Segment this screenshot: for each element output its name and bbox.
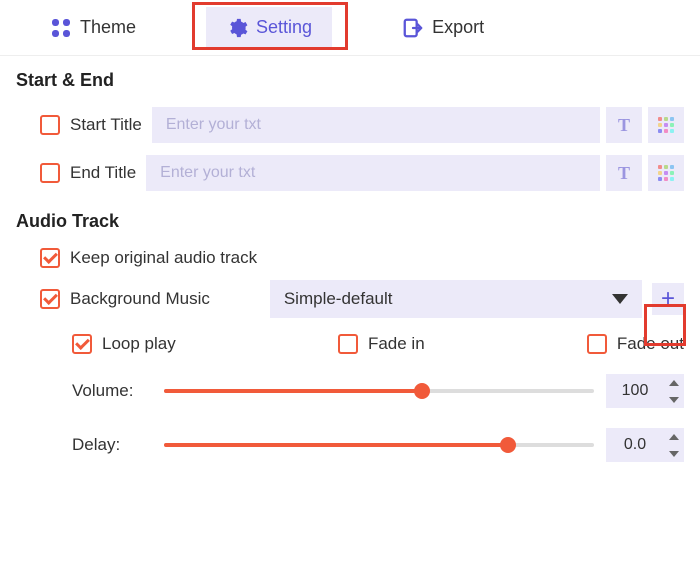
tab-setting[interactable]: Setting [206, 7, 332, 49]
fade-out-item: Fade out [587, 334, 684, 354]
export-icon [402, 17, 424, 39]
start-title-input[interactable] [152, 107, 600, 143]
tab-export[interactable]: Export [382, 7, 504, 49]
bg-music-select[interactable]: Simple-default [270, 280, 642, 318]
fade-out-label: Fade out [617, 334, 684, 354]
volume-slider[interactable] [164, 389, 594, 393]
add-music-button[interactable]: + [652, 283, 684, 315]
text-style-icon: T [618, 163, 630, 184]
start-title-color-button[interactable] [648, 107, 684, 143]
volume-row: Volume: 100 [0, 364, 700, 418]
tab-bar: Theme Setting Export [0, 0, 700, 56]
fade-in-checkbox[interactable] [338, 334, 358, 354]
end-title-label: End Title [70, 163, 136, 183]
loop-play-checkbox[interactable] [72, 334, 92, 354]
playback-options-row: Loop play Fade in Fade out [0, 324, 700, 364]
volume-spin-buttons [664, 374, 684, 408]
delay-value: 0.0 [606, 428, 664, 462]
tab-theme-label: Theme [80, 17, 136, 38]
tab-export-label: Export [432, 17, 484, 38]
end-title-text-style-button[interactable]: T [606, 155, 642, 191]
delay-spin-buttons [664, 428, 684, 462]
loop-play-label: Loop play [102, 334, 176, 354]
theme-icon [50, 17, 72, 39]
volume-slider-fill [164, 389, 422, 393]
fade-out-checkbox[interactable] [587, 334, 607, 354]
start-title-text-style-button[interactable]: T [606, 107, 642, 143]
volume-value: 100 [606, 374, 664, 408]
tab-setting-label: Setting [256, 17, 312, 38]
fade-in-item: Fade in [338, 334, 425, 354]
volume-label: Volume: [72, 381, 152, 401]
arrow-down-icon [669, 451, 679, 457]
start-title-checkbox[interactable] [40, 115, 60, 135]
end-title-color-button[interactable] [648, 155, 684, 191]
bg-music-row: Background Music Simple-default + [0, 274, 700, 324]
tab-theme[interactable]: Theme [30, 7, 156, 49]
delay-up-button[interactable] [664, 428, 684, 445]
fade-in-label: Fade in [368, 334, 425, 354]
gear-icon [226, 17, 248, 39]
color-grid-icon [658, 117, 674, 133]
delay-spinner[interactable]: 0.0 [606, 428, 684, 462]
plus-icon: + [661, 285, 675, 313]
bg-music-checkbox[interactable] [40, 289, 60, 309]
start-title-row: Start Title T [0, 101, 700, 149]
text-style-icon: T [618, 115, 630, 136]
keep-original-row: Keep original audio track [0, 242, 700, 274]
loop-play-item: Loop play [72, 334, 176, 354]
volume-spinner[interactable]: 100 [606, 374, 684, 408]
delay-row: Delay: 0.0 [0, 418, 700, 472]
delay-label: Delay: [72, 435, 152, 455]
bg-music-label: Background Music [70, 289, 210, 309]
volume-slider-thumb[interactable] [414, 383, 430, 399]
arrow-up-icon [669, 434, 679, 440]
keep-original-checkbox[interactable] [40, 248, 60, 268]
chevron-down-icon [612, 294, 628, 304]
keep-original-label: Keep original audio track [70, 248, 257, 268]
end-title-checkbox[interactable] [40, 163, 60, 183]
section-start-end: Start & End [0, 56, 700, 101]
volume-down-button[interactable] [664, 391, 684, 408]
delay-down-button[interactable] [664, 445, 684, 462]
section-audio-track: Audio Track [0, 197, 700, 242]
arrow-down-icon [669, 397, 679, 403]
color-grid-icon [658, 165, 674, 181]
end-title-row: End Title T [0, 149, 700, 197]
volume-up-button[interactable] [664, 374, 684, 391]
end-title-input[interactable] [146, 155, 600, 191]
delay-slider[interactable] [164, 443, 594, 447]
delay-slider-fill [164, 443, 508, 447]
delay-slider-thumb[interactable] [500, 437, 516, 453]
start-title-label: Start Title [70, 115, 142, 135]
arrow-up-icon [669, 380, 679, 386]
bg-music-selected: Simple-default [284, 289, 393, 309]
